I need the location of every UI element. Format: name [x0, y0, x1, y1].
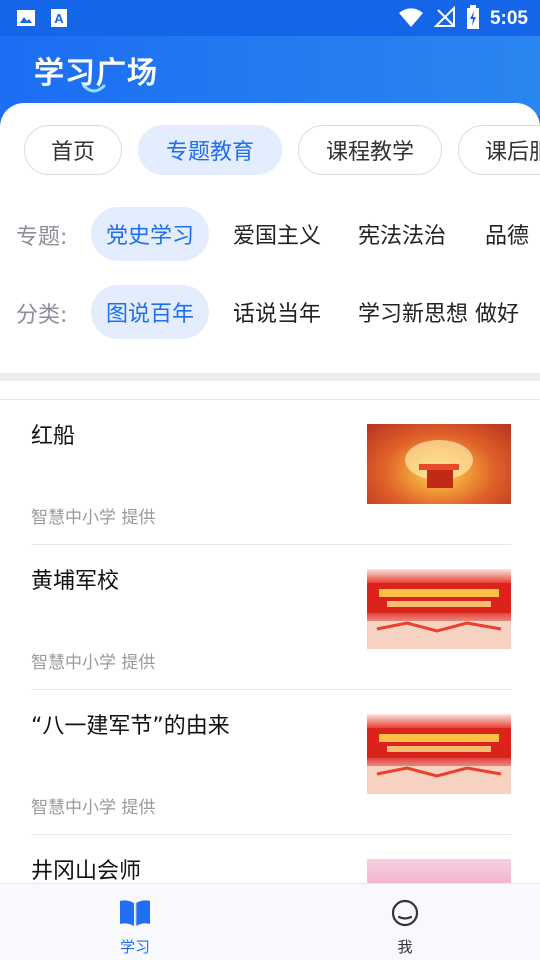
list-item[interactable]: 井冈山会师: [31, 835, 511, 883]
no-signal-icon: [433, 5, 456, 32]
tab-after-school[interactable]: 课后服: [458, 125, 540, 175]
topic-chip-party-history[interactable]: 党史学习: [91, 207, 210, 261]
list-item[interactable]: “八一建军节”的由来 智慧中小学 提供: [31, 690, 511, 835]
content-card: 首页 专题教育 课程教学 课后服 专题: 党史学习 爱国主义 宪法法治 品德 分…: [0, 103, 540, 883]
tab-topic-education[interactable]: 专题教育: [138, 125, 282, 175]
bottom-navigation: 学习 我: [0, 883, 540, 960]
item-thumbnail: [367, 424, 511, 504]
item-source: 智慧中小学 提供: [31, 653, 156, 673]
category-tabs: 首页 专题教育 课程教学 课后服: [0, 125, 540, 177]
clock: 5:05: [489, 8, 528, 29]
tab-home[interactable]: 首页: [24, 125, 122, 175]
item-thumbnail: [367, 569, 511, 649]
item-source: 智慧中小学 提供: [31, 798, 156, 818]
category-filter-label: 分类:: [16, 303, 68, 328]
topic-chip-morality[interactable]: 品德: [470, 207, 540, 261]
topic-filter-row: 专题: 党史学习 爱国主义 宪法法治 品德: [0, 207, 540, 261]
item-thumbnail: [367, 859, 511, 883]
nav-study[interactable]: 学习: [0, 884, 270, 960]
nav-study-label: 学习: [119, 938, 150, 956]
book-icon: [120, 900, 150, 926]
item-title: “八一建军节”的由来: [31, 714, 230, 739]
tab-course-teaching[interactable]: 课程教学: [298, 125, 442, 175]
category-filter-row: 分类: 图说百年 话说当年 学习新思想 做好: [0, 285, 540, 339]
svg-text:A: A: [54, 11, 64, 26]
topic-chip-constitution[interactable]: 宪法法治: [343, 207, 461, 261]
category-chip-new-thought[interactable]: 学习新思想 做好: [343, 285, 534, 339]
category-chip-talk-past[interactable]: 话说当年: [218, 285, 336, 339]
item-title: 红船: [31, 424, 76, 449]
smiley-face-icon: [391, 899, 419, 927]
smile-logo-icon: [82, 84, 106, 93]
category-chip-picture-century[interactable]: 图说百年: [91, 285, 210, 339]
font-notification-icon: A: [50, 8, 68, 32]
status-bar: A 5:05: [0, 0, 540, 36]
topic-filter-label: 专题:: [16, 225, 68, 250]
nav-me-label: 我: [397, 938, 413, 956]
wifi-icon: [398, 6, 424, 32]
topic-chip-patriotism[interactable]: 爱国主义: [218, 207, 336, 261]
section-divider: [0, 373, 540, 381]
item-source: 智慧中小学 提供: [31, 508, 156, 528]
item-title: 黄埔军校: [31, 569, 120, 594]
list-item[interactable]: 黄埔军校 智慧中小学 提供: [31, 545, 511, 690]
gallery-notification-icon: [16, 8, 36, 32]
nav-me[interactable]: 我: [270, 884, 540, 960]
item-title: 井冈山会师: [31, 859, 142, 883]
list-item[interactable]: 红船 智慧中小学 提供: [31, 400, 511, 545]
item-thumbnail: [367, 714, 511, 794]
battery-charging-icon: [466, 5, 480, 33]
